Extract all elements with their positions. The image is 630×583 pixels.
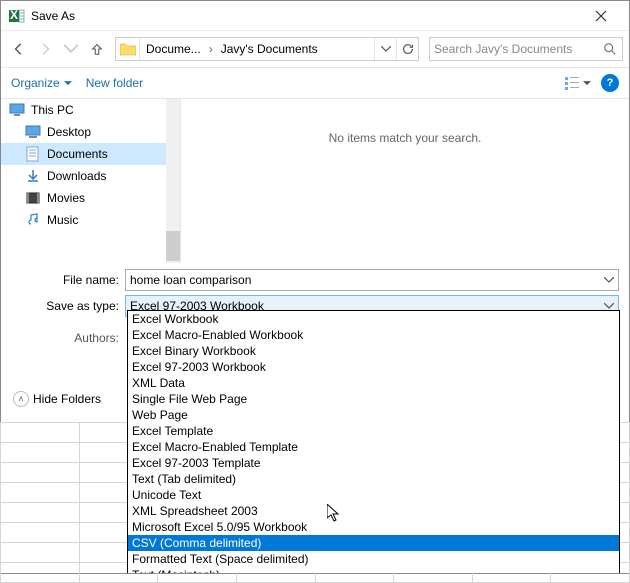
search-icon[interactable] (602, 41, 618, 57)
new-folder-label: New folder (86, 76, 143, 90)
dropdown-item[interactable]: Text (Macintosh) (128, 567, 619, 574)
close-button[interactable] (581, 1, 621, 31)
refresh-button[interactable] (396, 38, 418, 60)
desktop-icon (25, 124, 41, 140)
hide-folders-label: Hide Folders (33, 392, 101, 406)
dropdown-item[interactable]: Excel Workbook (128, 311, 619, 327)
view-options-button[interactable] (565, 76, 591, 90)
dropdown-item[interactable]: CSV (Comma delimited) (128, 535, 619, 551)
view-icon (565, 76, 581, 90)
tree-item-this-pc[interactable]: This PC (1, 99, 180, 121)
organize-menu[interactable]: Organize (11, 76, 72, 90)
tree-item-desktop[interactable]: Desktop (1, 121, 180, 143)
downloads-icon (25, 168, 41, 184)
search-box[interactable] (429, 37, 623, 61)
tree-item-music[interactable]: Music (1, 209, 180, 231)
dropdown-item[interactable]: Web Page (128, 407, 619, 423)
folder-tree: This PC Desktop Documents Downloads Movi… (1, 99, 181, 263)
help-button[interactable]: ? (601, 74, 619, 92)
back-button[interactable] (7, 37, 31, 61)
filename-label: File name: (11, 273, 125, 287)
dropdown-item[interactable]: Excel Macro-Enabled Workbook (128, 327, 619, 343)
tree-item-label: Movies (47, 191, 85, 205)
breadcrumb[interactable]: Docume... › Javy's Documents (115, 37, 419, 61)
tree-item-label: Desktop (47, 125, 91, 139)
dropdown-item[interactable]: Text (Tab delimited) (128, 471, 619, 487)
folder-icon (116, 38, 140, 60)
navbar: Docume... › Javy's Documents (1, 31, 629, 67)
save-as-type-label: Save as type: (11, 299, 125, 313)
tree-item-label: Documents (47, 147, 108, 161)
pc-icon (9, 102, 25, 118)
chevron-down-icon (64, 81, 72, 86)
content-pane: No items match your search. (181, 99, 629, 263)
authors-label: Authors: (11, 321, 125, 345)
chevron-down-icon (583, 81, 591, 86)
forward-button[interactable] (33, 37, 57, 61)
save-as-type-dropdown[interactable]: Excel WorkbookExcel Macro-Enabled Workbo… (127, 310, 620, 574)
chevron-down-icon[interactable] (600, 270, 618, 290)
toolbar: Organize New folder ? (1, 67, 629, 99)
tree-item-label: Music (47, 213, 78, 227)
dropdown-item[interactable]: XML Data (128, 375, 619, 391)
tree-item-downloads[interactable]: Downloads (1, 165, 180, 187)
up-button[interactable] (85, 37, 109, 61)
recent-dropdown[interactable] (59, 37, 83, 61)
movies-icon (25, 190, 41, 206)
titlebar: X Save As (1, 1, 629, 31)
dropdown-item[interactable]: Excel Macro-Enabled Template (128, 439, 619, 455)
dropdown-item[interactable]: Excel 97-2003 Workbook (128, 359, 619, 375)
breadcrumb-seg-2[interactable]: Javy's Documents (215, 38, 324, 60)
dropdown-item[interactable]: Formatted Text (Space delimited) (128, 551, 619, 567)
dropdown-item[interactable]: Unicode Text (128, 487, 619, 503)
dropdown-item[interactable]: Excel Template (128, 423, 619, 439)
tree-item-documents[interactable]: Documents (1, 143, 180, 165)
music-icon (25, 212, 41, 228)
hide-folders-button[interactable]: ˄ Hide Folders (13, 391, 101, 407)
excel-icon: X (9, 8, 25, 24)
breadcrumb-history-dropdown[interactable] (374, 38, 396, 60)
dropdown-item[interactable]: XML Spreadsheet 2003 (128, 503, 619, 519)
dropdown-item[interactable]: Excel 97-2003 Template (128, 455, 619, 471)
scrollbar-thumb[interactable] (166, 231, 180, 261)
documents-icon (25, 146, 41, 162)
body-split: This PC Desktop Documents Downloads Movi… (1, 99, 629, 263)
tree-item-movies[interactable]: Movies (1, 187, 180, 209)
search-input[interactable] (434, 42, 602, 56)
empty-message: No items match your search. (181, 131, 629, 145)
dropdown-item[interactable]: Excel Binary Workbook (128, 343, 619, 359)
chevron-up-icon: ˄ (13, 391, 29, 407)
breadcrumb-seg-1[interactable]: Docume... (140, 38, 207, 60)
organize-label: Organize (11, 76, 60, 90)
filename-input[interactable] (126, 273, 600, 287)
svg-text:X: X (10, 8, 18, 22)
dropdown-item[interactable]: Single File Web Page (128, 391, 619, 407)
dropdown-item[interactable]: Microsoft Excel 5.0/95 Workbook (128, 519, 619, 535)
window-title: Save As (31, 9, 581, 23)
tree-item-label: Downloads (47, 169, 106, 183)
tree-item-label: This PC (31, 103, 74, 117)
filename-combobox[interactable] (125, 269, 619, 291)
chevron-right-icon: › (207, 42, 215, 56)
new-folder-button[interactable]: New folder (86, 76, 143, 90)
